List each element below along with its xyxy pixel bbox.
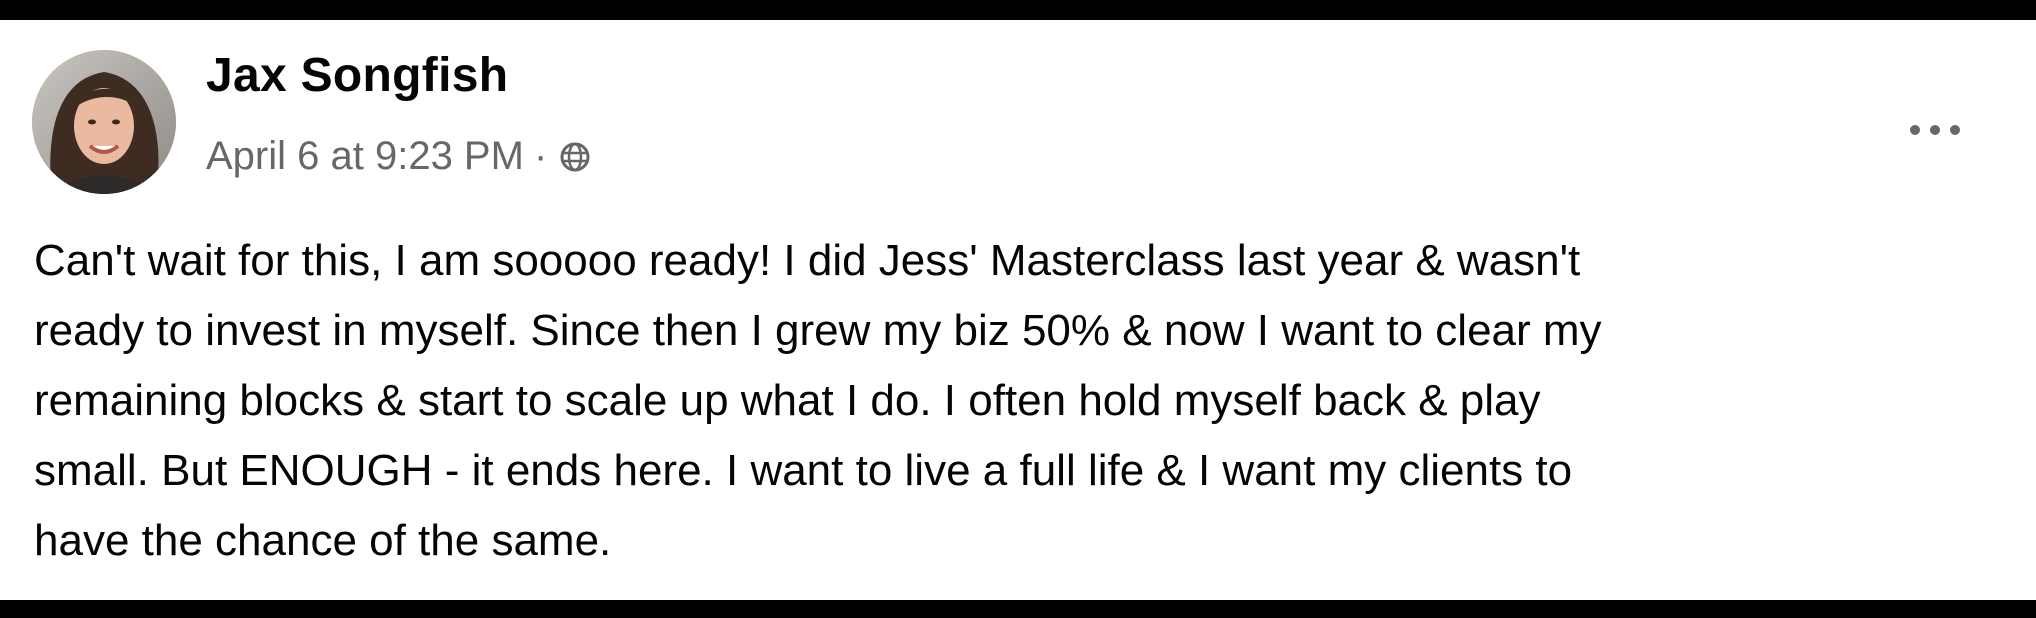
post-line: Can't wait for this, I am sooooo ready! … [34, 236, 1581, 285]
more-options-button[interactable] [1900, 110, 1970, 150]
post-timestamp[interactable]: April 6 at 9:23 PM [206, 134, 524, 179]
post-body: Can't wait for this, I am sooooo ready! … [34, 226, 2014, 576]
post-line: have the chance of the same. [34, 516, 612, 565]
post-line: remaining blocks & start to scale up wha… [34, 376, 1541, 425]
bottom-border [0, 600, 2036, 618]
avatar-photo [32, 50, 176, 194]
post-meta: April 6 at 9:23 PM · [206, 132, 593, 180]
author-avatar[interactable] [32, 50, 176, 194]
author-name[interactable]: Jax Songfish [206, 48, 508, 103]
top-border [0, 0, 2036, 20]
post-line: ready to invest in myself. Since then I … [34, 306, 1602, 355]
meta-separator: · [533, 133, 548, 178]
more-options-icon [1910, 125, 1960, 135]
post-line: small. But ENOUGH - it ends here. I want… [34, 446, 1573, 495]
globe-icon[interactable] [557, 139, 593, 175]
facebook-post-card: Jax Songfish April 6 at 9:23 PM · Can't … [0, 20, 2036, 600]
